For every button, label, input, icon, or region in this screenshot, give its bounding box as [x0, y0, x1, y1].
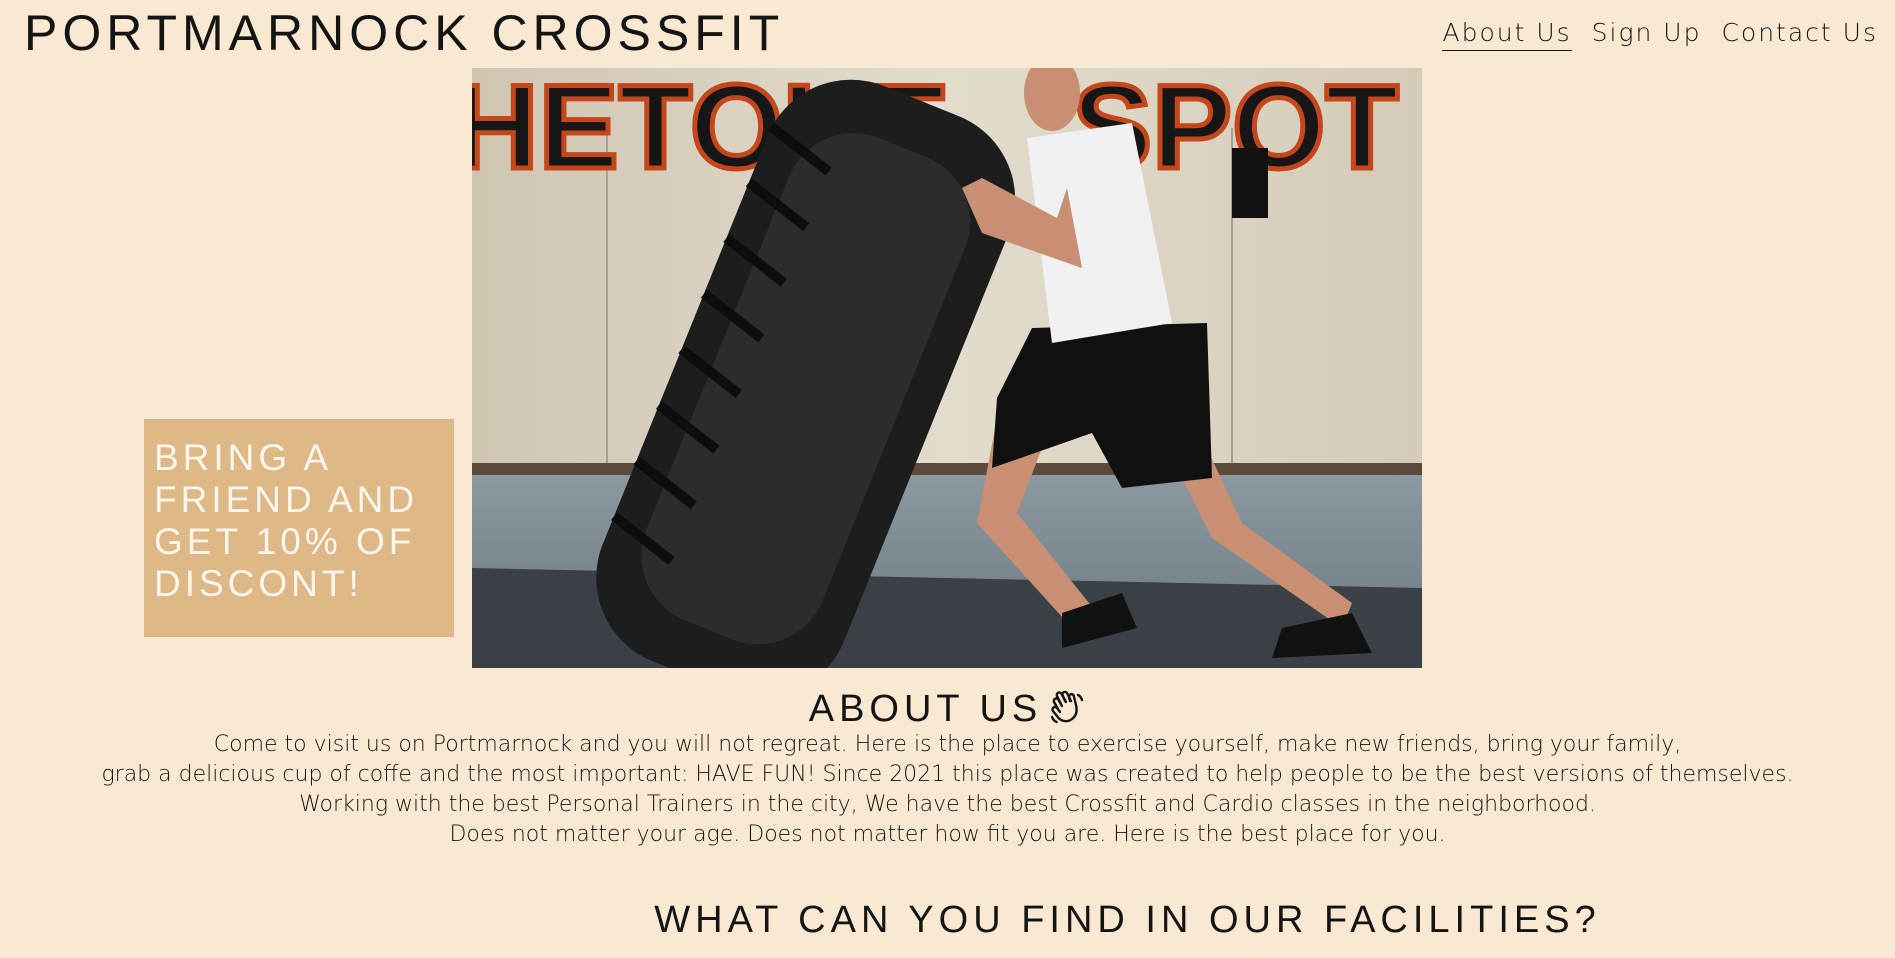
nav-about-us[interactable]: About Us — [1442, 16, 1572, 51]
about-heading-text: ABOUT US — [808, 688, 1043, 730]
crossfit-tire-flip-photo: HETOUE SPOT — [472, 68, 1422, 668]
nav-sign-up[interactable]: Sign Up — [1592, 16, 1702, 51]
facilities-heading: WHAT CAN YOU FIND IN OUR FACILITIES? — [654, 899, 1601, 941]
site-title: PORTMARNOCK CROSSFIT — [24, 5, 785, 61]
promo-box: BRING A FRIEND AND GET 10% OF DISCONT! — [144, 419, 454, 637]
hero-image: HETOUE SPOT — [472, 68, 1422, 668]
nav-contact-us[interactable]: Contact Us — [1721, 16, 1878, 51]
about-description: Come to visit us on Portmarnock and you … — [0, 730, 1895, 850]
about-line-3: Working with the best Personal Trainers … — [299, 792, 1596, 817]
main-nav: About Us Sign Up Contact Us — [1442, 16, 1878, 51]
about-heading: ABOUT US — [0, 684, 1895, 734]
waving-hand-icon — [1051, 690, 1084, 724]
about-line-1: Come to visit us on Portmarnock and you … — [213, 732, 1682, 757]
about-line-4: Does not matter your age. Does not matte… — [449, 822, 1446, 847]
about-line-2: grab a delicious cup of coffe and the mo… — [101, 762, 1794, 787]
promo-text: BRING A FRIEND AND GET 10% OF DISCONT! — [154, 437, 419, 604]
